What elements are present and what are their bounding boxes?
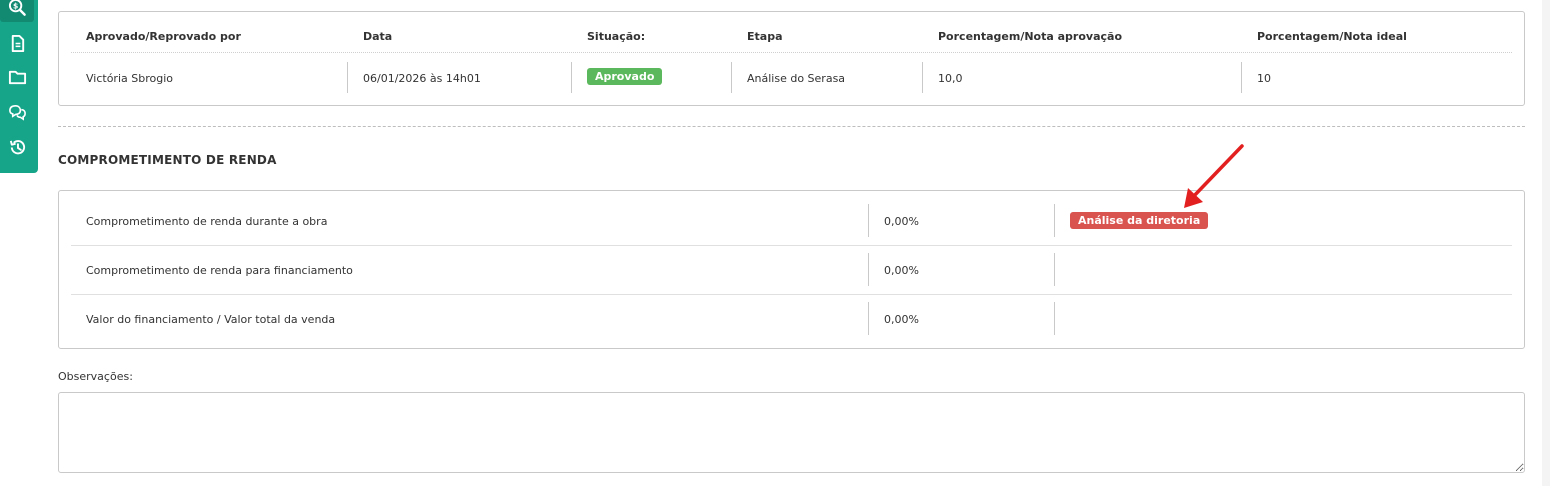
header-ideal-score: Porcentagem/Nota ideal: [1257, 30, 1407, 43]
chat-icon: [8, 104, 26, 121]
header-status: Situação:: [587, 30, 646, 43]
column-divider: [347, 62, 348, 93]
director-review-badge: Análise da diretoria: [1070, 212, 1209, 229]
header-date: Data: [363, 30, 393, 43]
row-value: 0,00%: [884, 215, 919, 228]
page-scrollbar[interactable]: [1542, 0, 1550, 486]
sidebar-item-history[interactable]: [0, 132, 34, 162]
folder-icon: [8, 70, 26, 84]
status-badge: Aprovado: [587, 68, 663, 85]
column-divider: [731, 62, 732, 93]
sidebar-rail: $: [0, 0, 38, 173]
income-commitment-panel: Comprometimento de renda durante a obra …: [58, 190, 1525, 349]
column-divider: [868, 204, 869, 237]
row-value: 0,00%: [884, 313, 919, 326]
row-label: Valor do financiamento / Valor total da …: [86, 313, 336, 326]
section-divider: [58, 126, 1525, 127]
observations-label: Observações:: [58, 370, 133, 383]
column-divider: [922, 62, 923, 93]
column-divider: [868, 253, 869, 286]
table-header-divider: [71, 52, 1512, 53]
sidebar-item-files[interactable]: [0, 62, 34, 92]
document-icon: [11, 34, 24, 52]
approval-score-value: 10,0: [938, 72, 963, 85]
column-divider: [1054, 253, 1055, 286]
row-label: Comprometimento de renda para financiame…: [86, 264, 353, 277]
header-approver: Aprovado/Reprovado por: [86, 30, 241, 43]
column-divider: [868, 302, 869, 335]
stage-value: Análise do Serasa: [747, 72, 846, 85]
observations-textarea[interactable]: [58, 392, 1525, 473]
column-divider: [1054, 302, 1055, 335]
section-title: COMPROMETIMENTO DE RENDA: [58, 153, 277, 167]
column-divider: [1241, 62, 1242, 93]
history-icon: [9, 139, 25, 154]
approvals-panel: Aprovado/Reprovado por Data Situação: Et…: [58, 11, 1525, 106]
approver-name: Victória Sbrogio: [86, 72, 173, 85]
sidebar-item-messages[interactable]: [0, 97, 34, 127]
header-stage: Etapa: [747, 30, 783, 43]
row-divider: [71, 245, 1512, 246]
sidebar-item-documents[interactable]: [0, 28, 34, 58]
column-divider: [1054, 204, 1055, 237]
column-divider: [571, 62, 572, 93]
row-label: Comprometimento de renda durante a obra: [86, 215, 328, 228]
row-divider: [71, 294, 1512, 295]
ideal-score-value: 10: [1257, 72, 1271, 85]
sidebar-item-credit-analysis[interactable]: $: [0, 0, 34, 22]
header-approval-score: Porcentagem/Nota aprovação: [938, 30, 1122, 43]
approval-date: 06/01/2026 às 14h01: [363, 72, 481, 85]
money-search-icon: $: [8, 0, 26, 16]
svg-text:$: $: [12, 1, 17, 10]
row-value: 0,00%: [884, 264, 919, 277]
